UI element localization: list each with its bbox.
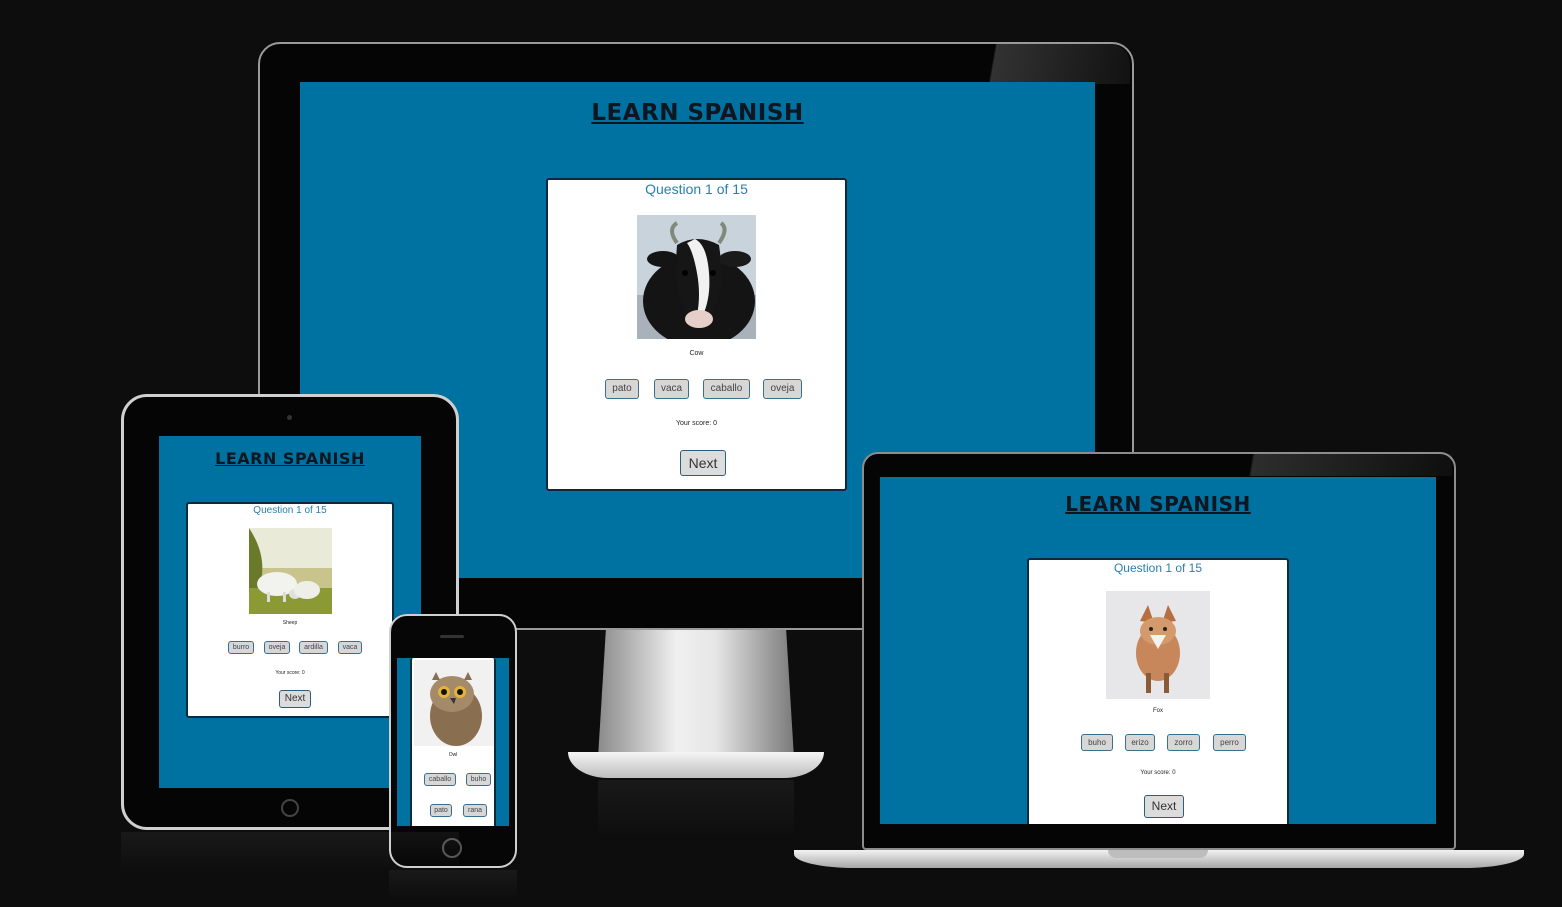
monitor-stand xyxy=(598,630,794,758)
option-button[interactable]: erizo xyxy=(1125,734,1155,751)
question-counter: Question 1 of 15 xyxy=(253,505,327,516)
camera-icon xyxy=(287,415,292,420)
next-button[interactable]: Next xyxy=(1144,795,1184,818)
page-title: LEARN SPANISH xyxy=(1065,492,1251,516)
home-button-icon xyxy=(281,799,299,817)
monitor-glare xyxy=(960,44,1130,84)
laptop-notch xyxy=(1108,850,1208,858)
option-button[interactable]: buho xyxy=(466,773,491,786)
option-button[interactable]: vaca xyxy=(654,379,689,399)
laptop-screen: LEARN SPANISH Question 1 of 15 Fox buho … xyxy=(880,477,1436,824)
animal-caption: Cow xyxy=(689,350,704,357)
option-button[interactable]: perro xyxy=(1213,734,1246,751)
fox-image xyxy=(1106,591,1210,699)
option-button[interactable]: pato xyxy=(605,379,639,399)
quiz-card: Owl caballo buho pato rana xyxy=(410,658,496,826)
option-button[interactable]: pato xyxy=(430,804,452,817)
speaker-icon xyxy=(440,635,464,638)
monitor-base xyxy=(568,752,824,778)
animal-caption: Fox xyxy=(1152,708,1163,714)
option-button[interactable]: caballo xyxy=(703,379,750,399)
phone-screen: Owl caballo buho pato rana xyxy=(397,658,509,826)
option-button[interactable]: zorro xyxy=(1167,734,1200,751)
cow-image xyxy=(637,215,756,339)
phone-reflection xyxy=(389,870,517,900)
laptop-glare xyxy=(1230,454,1452,476)
score-display: Your score: 0 xyxy=(1140,770,1176,776)
score-display: Your score: 0 xyxy=(275,670,305,676)
next-button[interactable]: Next xyxy=(279,690,311,708)
quiz-card: Question 1 of 15 Cow pato vaca caballo o… xyxy=(546,178,847,491)
option-button[interactable]: vaca xyxy=(338,641,362,654)
stand-reflection xyxy=(598,780,794,840)
option-button[interactable]: buho xyxy=(1081,734,1113,751)
option-button[interactable]: caballo xyxy=(424,773,456,786)
score-display: Your score: 0 xyxy=(676,420,717,427)
sheep-image xyxy=(249,528,332,614)
tablet-screen: LEARN SPANISH Question 1 of 15 Sheep bur… xyxy=(159,436,421,788)
animal-caption: Sheep xyxy=(282,620,298,626)
page-title: LEARN SPANISH xyxy=(591,100,804,126)
page-title: LEARN SPANISH xyxy=(215,449,365,468)
question-counter: Question 1 of 15 xyxy=(645,181,748,197)
tablet-reflection xyxy=(121,832,459,872)
option-button[interactable]: oveja xyxy=(763,379,802,399)
option-button[interactable]: burro xyxy=(228,641,254,654)
next-button[interactable]: Next xyxy=(680,450,726,476)
question-counter: Question 1 of 15 xyxy=(1113,561,1203,575)
quiz-card: Question 1 of 15 Sheep burro oveja ardil… xyxy=(186,502,394,718)
animal-caption: Owl xyxy=(448,752,458,758)
owl-image xyxy=(414,660,494,746)
option-button[interactable]: ardilla xyxy=(299,641,328,654)
option-button[interactable]: oveja xyxy=(264,641,290,654)
option-button[interactable]: rana xyxy=(463,804,487,817)
quiz-card: Question 1 of 15 Fox buho erizo zorro pe… xyxy=(1027,558,1289,824)
